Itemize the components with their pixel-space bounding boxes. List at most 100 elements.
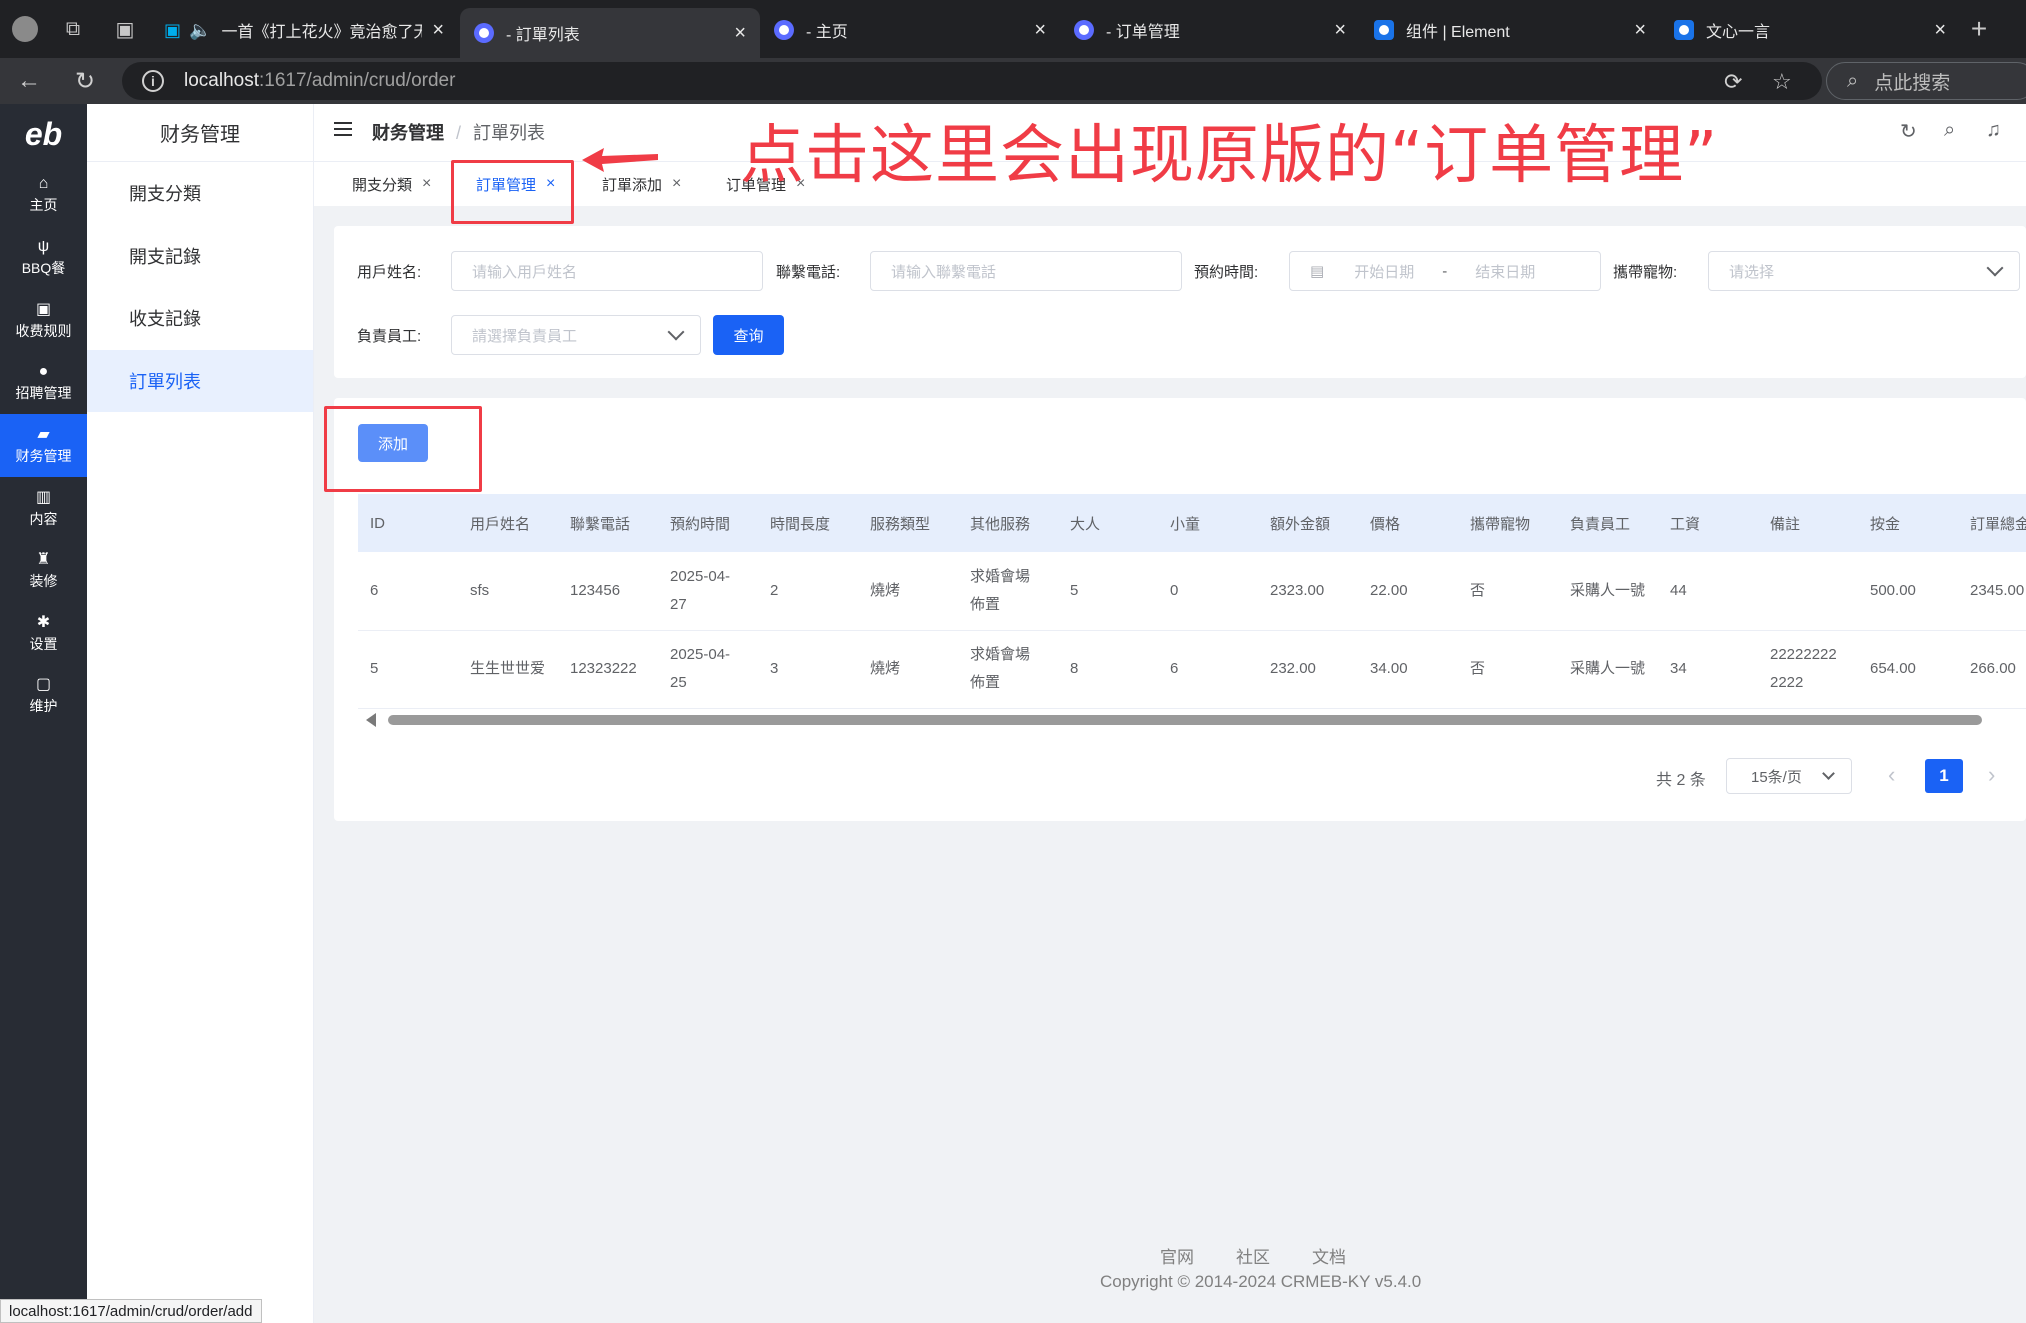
search-icon[interactable]: ⌕ [1944,119,1955,142]
staff-select[interactable]: 請選擇負責員工 [451,315,701,355]
page-tag-expense-category[interactable]: 開支分類 × [352,162,431,206]
address-bar[interactable]: i localhost:1617/admin/crud/order ⟳ ☆ [122,62,1822,100]
browser-tab-5[interactable]: 文心一言 × [1660,9,1960,51]
main-nav-label: 装修 [29,573,58,590]
start-date-placeholder[interactable]: 开始日期 [1354,261,1414,282]
table-header-row: ID 用戶姓名 聯繫電話 預約時間 時間長度 服務類型 其他服務 大人 小童 額外金額 價格 攜帶寵物… [358,494,2026,552]
close-icon[interactable]: × [422,175,431,193]
footer-link-community[interactable]: 社区 [1236,1248,1270,1267]
staff-label: 負責員工: [357,328,422,345]
page-size-select[interactable]: 15条/页 [1726,758,1852,794]
close-tab-icon[interactable]: × [1034,19,1046,42]
column-header: 攜帶寵物 [1458,494,1558,552]
notification-bell-icon[interactable]: ♫ [1986,119,2001,142]
table-cell: 2345.00 [1958,552,2026,631]
footer-link-docs[interactable]: 文档 [1312,1248,1346,1267]
translate-icon[interactable]: ⟳ [1724,69,1742,95]
gear-icon: ✱ [36,613,51,631]
profile-avatar-icon[interactable] [10,14,40,44]
date-range-picker[interactable]: ▤ 开始日期 - 结束日期 [1289,251,1601,291]
close-tab-icon[interactable]: × [734,22,746,45]
main-nav-label: 主页 [29,197,58,214]
new-tab-icon[interactable]: + [1964,13,1994,44]
table-cell: 44 [1658,552,1758,631]
close-icon[interactable]: × [672,175,681,193]
column-header: 服務類型 [858,494,958,552]
table-cell: 22.00 [1358,552,1458,631]
sub-nav-item-income-record[interactable]: 收支記錄 [87,287,313,350]
table-row[interactable]: 5 生生世世爱 12323222 2025-04-25 3 燒烤 求婚會場佈置 8 6 232.0… [358,630,2026,709]
main-nav-item-7[interactable]: ✱ 设置 [0,602,87,665]
main-nav-label: 财务管理 [15,448,72,465]
pet-select[interactable]: 请选择 [1708,251,2020,291]
sub-nav-item-expense-category[interactable]: 開支分類 [87,162,313,225]
calendar-icon: ▤ [1310,263,1325,280]
main-nav-item-6[interactable]: ♜ 装修 [0,539,87,602]
table-cell: 12323222 [558,630,658,709]
table-row[interactable]: 6 sfs 123456 2025-04-27 2 燒烤 求婚會場佈置 5 0 2323.00 22… [358,552,2026,631]
scroll-left-icon[interactable] [366,713,376,727]
query-button[interactable]: 查询 [713,315,784,355]
reload-icon[interactable]: ↻ [70,66,100,96]
footer-links: 官网 社区 文档 [1160,1243,1388,1268]
column-header: 訂單總金 [1958,494,2026,552]
browser-tab-4[interactable]: 组件 | Element × [1360,9,1660,51]
pet-label: 攜帶寵物: [1613,264,1678,281]
browser-search-box[interactable]: ⌕ 点此搜索 [1826,62,2026,100]
end-date-placeholder[interactable]: 结束日期 [1475,261,1535,282]
browser-tab-1[interactable]: - 訂單列表 × [460,8,760,58]
main-nav-label: BBQ餐 [21,259,66,276]
main-nav-item-1[interactable]: ψ BBQ餐 [0,227,87,290]
main-nav-item-5[interactable]: ▥ 内容 [0,477,87,540]
chip-icon: ▢ [35,676,52,694]
table-cell: 生生世世爱 [458,630,558,709]
prev-page-icon[interactable]: ‹ [1888,762,1895,788]
main-nav-item-2[interactable]: ▣ 收费规则 [0,289,87,352]
main-nav-item-4[interactable]: ▰ 财务管理 [0,414,87,477]
page-tag-label: 訂單添加 [602,176,663,194]
table-cell: 6 [358,552,458,631]
main-nav-item-0[interactable]: ⌂ 主页 [0,164,87,227]
annotation-arrow-icon [582,148,658,172]
main-nav-item-3[interactable]: ● 招聘管理 [0,352,87,415]
speaker-icon[interactable]: 🔈 [189,20,211,41]
vertical-tabs-icon[interactable]: ▣ [110,14,140,44]
site-info-icon[interactable]: i [142,70,164,92]
page-number-current[interactable]: 1 [1925,759,1963,793]
breadcrumb: 财务管理 / 訂單列表 [372,119,545,145]
breadcrumb-current: 訂單列表 [473,123,546,143]
sub-nav-item-expense-record[interactable]: 開支記錄 [87,225,313,288]
table-horizontal-scrollbar[interactable] [358,711,2026,727]
search-placeholder: 点此搜索 [1874,72,1951,94]
close-tab-icon[interactable]: × [1934,19,1946,42]
username-input[interactable]: 请输入用戶姓名 [451,251,763,291]
close-tab-icon[interactable]: × [1634,19,1646,42]
next-page-icon[interactable]: › [1988,762,1995,788]
breadcrumb-parent[interactable]: 财务管理 [372,123,444,143]
favorite-star-icon[interactable]: ☆ [1772,69,1792,95]
close-tab-icon[interactable]: × [432,19,444,42]
main-nav-item-8[interactable]: ▢ 维护 [0,664,87,727]
browser-tab-title: - 主页 [806,24,848,41]
wenxin-favicon-icon [1674,20,1694,40]
back-arrow-icon[interactable]: ← [14,66,44,96]
menu-toggle-icon[interactable] [334,122,352,140]
phone-input[interactable]: 请输入聯繫電話 [870,251,1182,291]
sub-nav-item-order-list[interactable]: 訂單列表 [87,349,313,412]
table-cell: 采購人一號 [1558,630,1658,709]
refresh-icon[interactable]: ↻ [1900,119,1917,144]
browser-tab-3[interactable]: - 订单管理 × [1060,9,1360,51]
scrollbar-thumb[interactable] [388,715,1982,725]
table-cell: 5 [1058,552,1158,631]
table-cell: 5 [358,630,458,709]
site-favicon-icon [1074,20,1094,40]
chevron-down-icon [1986,259,2004,277]
workspaces-icon[interactable]: ⧉ [58,14,88,44]
app-logo[interactable]: eb [0,104,87,164]
browser-tab-0[interactable]: ▣ 🔈 一首《打上花火》竟治愈了无 × [150,9,458,51]
browser-tab-2[interactable]: - 主页 × [760,9,1060,51]
footer-link-official[interactable]: 官网 [1160,1248,1194,1267]
column-header: 大人 [1058,494,1158,552]
close-tab-icon[interactable]: × [1334,19,1346,42]
main-nav-label: 招聘管理 [15,384,72,401]
